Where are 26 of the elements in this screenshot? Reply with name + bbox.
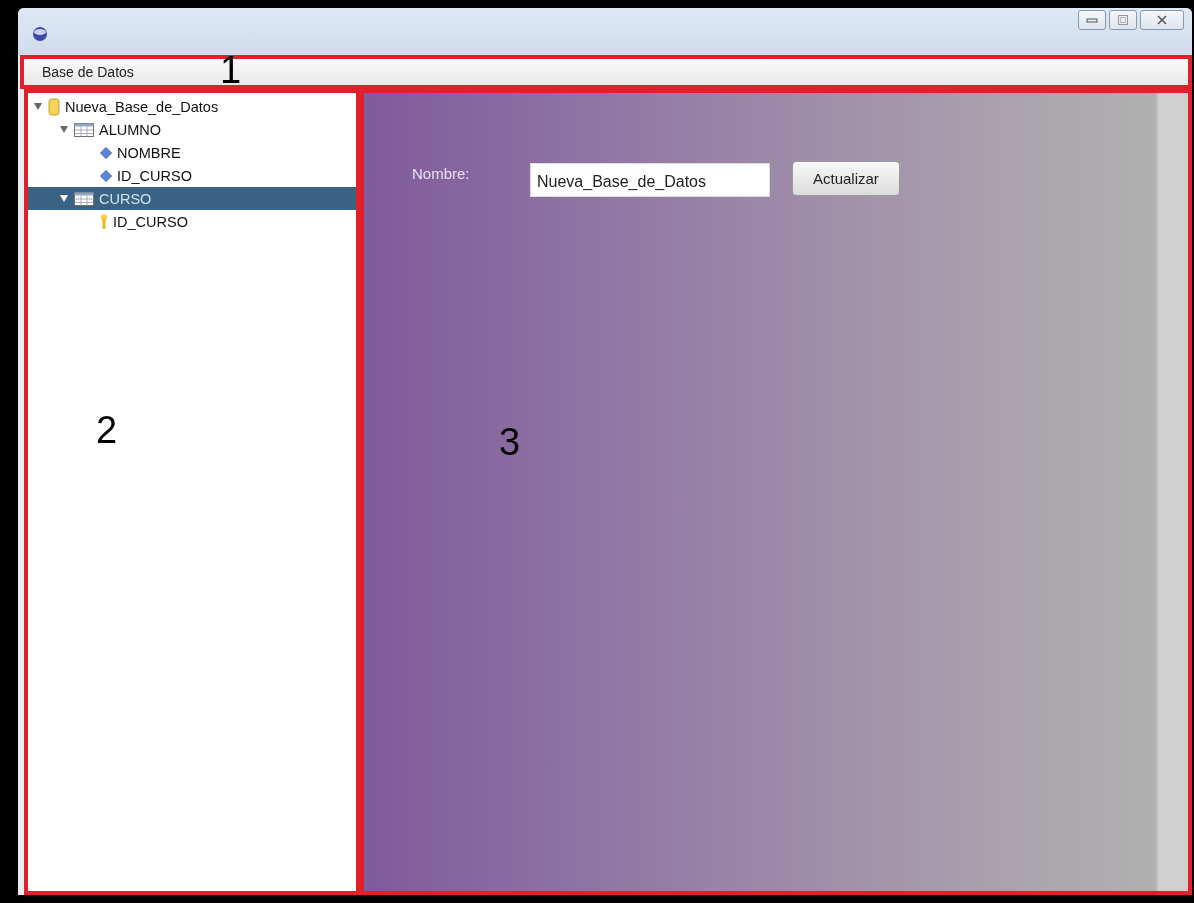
tree-item[interactable]: CURSO <box>28 187 356 210</box>
minimize-icon <box>1086 16 1098 24</box>
tree-item[interactable]: ID_CURSO <box>28 210 356 233</box>
tree-item[interactable]: ID_CURSO <box>28 164 356 187</box>
table-icon <box>74 191 94 206</box>
app-icon <box>32 25 48 42</box>
maximize-button[interactable] <box>1109 10 1137 30</box>
name-field[interactable]: Nueva_Base_de_Datos <box>530 163 770 197</box>
annotation-number: 2 <box>96 411 118 449</box>
diamond-icon <box>100 146 112 159</box>
key-icon <box>100 213 108 230</box>
annotation-number: 3 <box>499 423 521 461</box>
menu-item[interactable]: Base de Datos <box>38 62 138 82</box>
tree-item[interactable]: ALUMNO <box>28 118 356 141</box>
table-icon <box>74 122 94 137</box>
field-label: Nombre: <box>412 165 471 182</box>
annotation-number: 1 <box>220 51 242 89</box>
close-button[interactable] <box>1140 10 1184 30</box>
maximize-icon <box>1117 14 1129 26</box>
tree-item[interactable]: Nueva_Base_de_Datos <box>28 95 356 118</box>
diamond-icon <box>100 169 112 182</box>
update-button[interactable]: Actualizar <box>792 161 900 196</box>
minimize-button[interactable] <box>1078 10 1106 30</box>
tree-item[interactable]: NOMBRE <box>28 141 356 164</box>
close-icon <box>1156 14 1168 26</box>
database-icon <box>48 97 60 116</box>
